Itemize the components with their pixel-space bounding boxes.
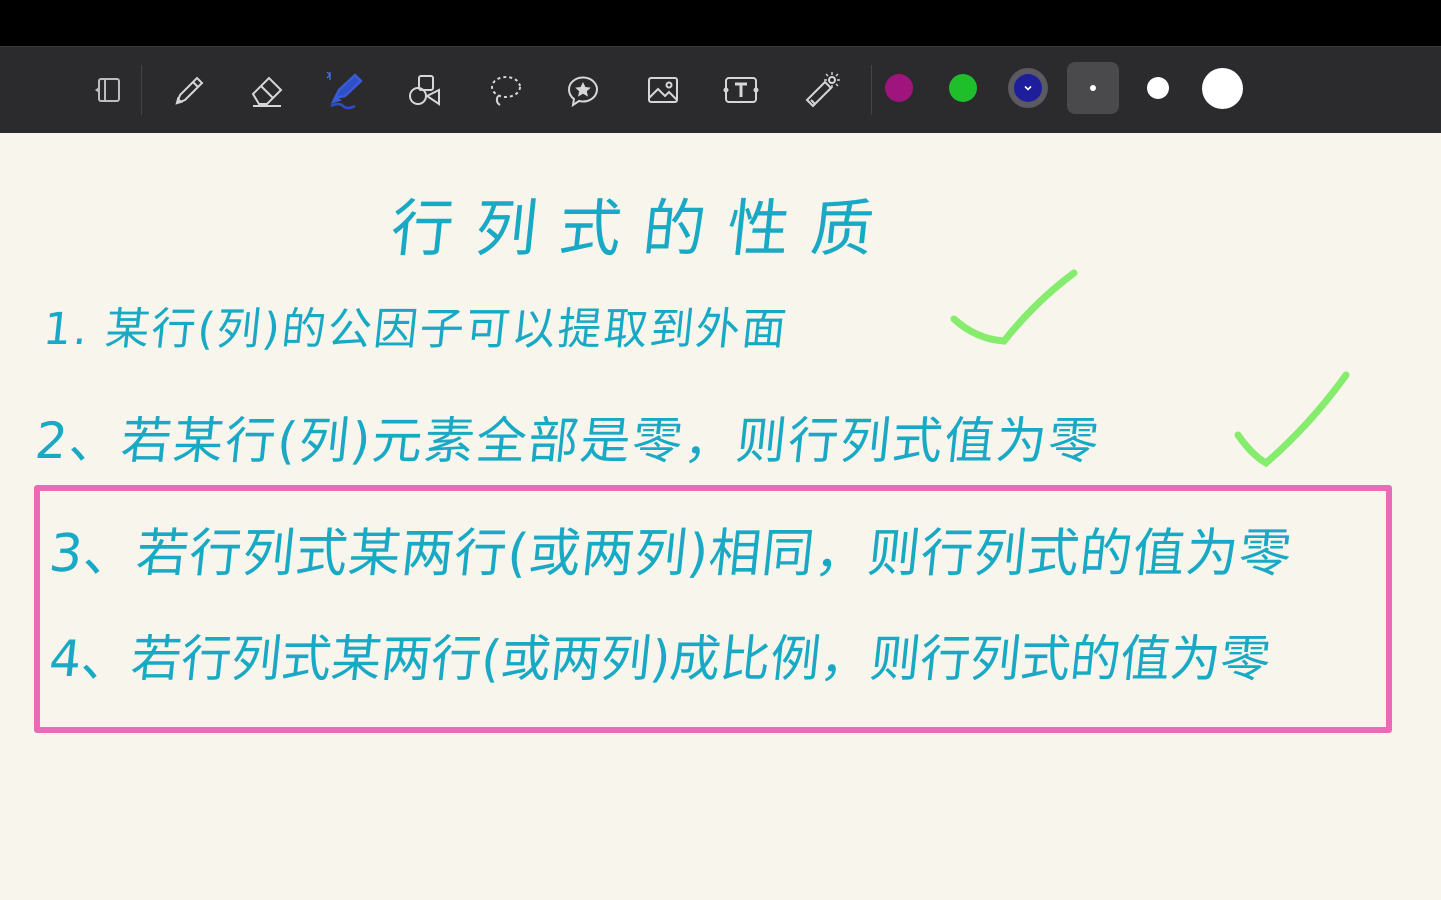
highlighter-icon[interactable] [322, 67, 368, 113]
chevron-down-icon [1014, 74, 1042, 102]
shapes-icon[interactable] [402, 67, 448, 113]
note-line-4: 4、若行列式某两行(或两列)成比例，则行列式的值为零 [46, 630, 1274, 688]
checkmark-icon [950, 269, 1078, 345]
toolbar-divider [141, 65, 142, 115]
note-line-2: 2、若某行(列)元素全部是零，则行列式值为零 [32, 412, 1104, 470]
stroke-size-medium[interactable] [1147, 77, 1169, 99]
note-line-1: 1. 某行(列)的公因子可以提取到外面 [40, 304, 791, 355]
pen-icon[interactable] [166, 67, 212, 113]
color-swatch-navy-selected[interactable] [1008, 68, 1048, 108]
image-icon[interactable] [640, 67, 686, 113]
color-swatch-magenta[interactable] [885, 74, 913, 102]
note-canvas[interactable]: 行列式的性质 1. 某行(列)的公因子可以提取到外面 2、若某行(列)元素全部是… [0, 133, 1441, 900]
toolbar-divider [871, 65, 872, 115]
checkmark-icon [1234, 371, 1350, 468]
note-title: 行列式的性质 [387, 192, 900, 265]
status-bar [0, 0, 1441, 46]
star-sticker-icon[interactable] [560, 67, 606, 113]
stroke-size-small-selected[interactable] [1067, 62, 1119, 114]
drawing-toolbar [0, 46, 1441, 133]
reader-icon[interactable] [86, 67, 132, 113]
lasso-icon[interactable] [482, 67, 528, 113]
laser-pointer-icon[interactable] [798, 67, 844, 113]
text-icon[interactable] [718, 67, 764, 113]
color-swatch-green[interactable] [949, 74, 977, 102]
eraser-icon[interactable] [244, 67, 290, 113]
note-line-3: 3、若行列式某两行(或两列)相同，则行列式的值为零 [46, 524, 1296, 584]
stroke-size-large[interactable] [1202, 68, 1243, 109]
